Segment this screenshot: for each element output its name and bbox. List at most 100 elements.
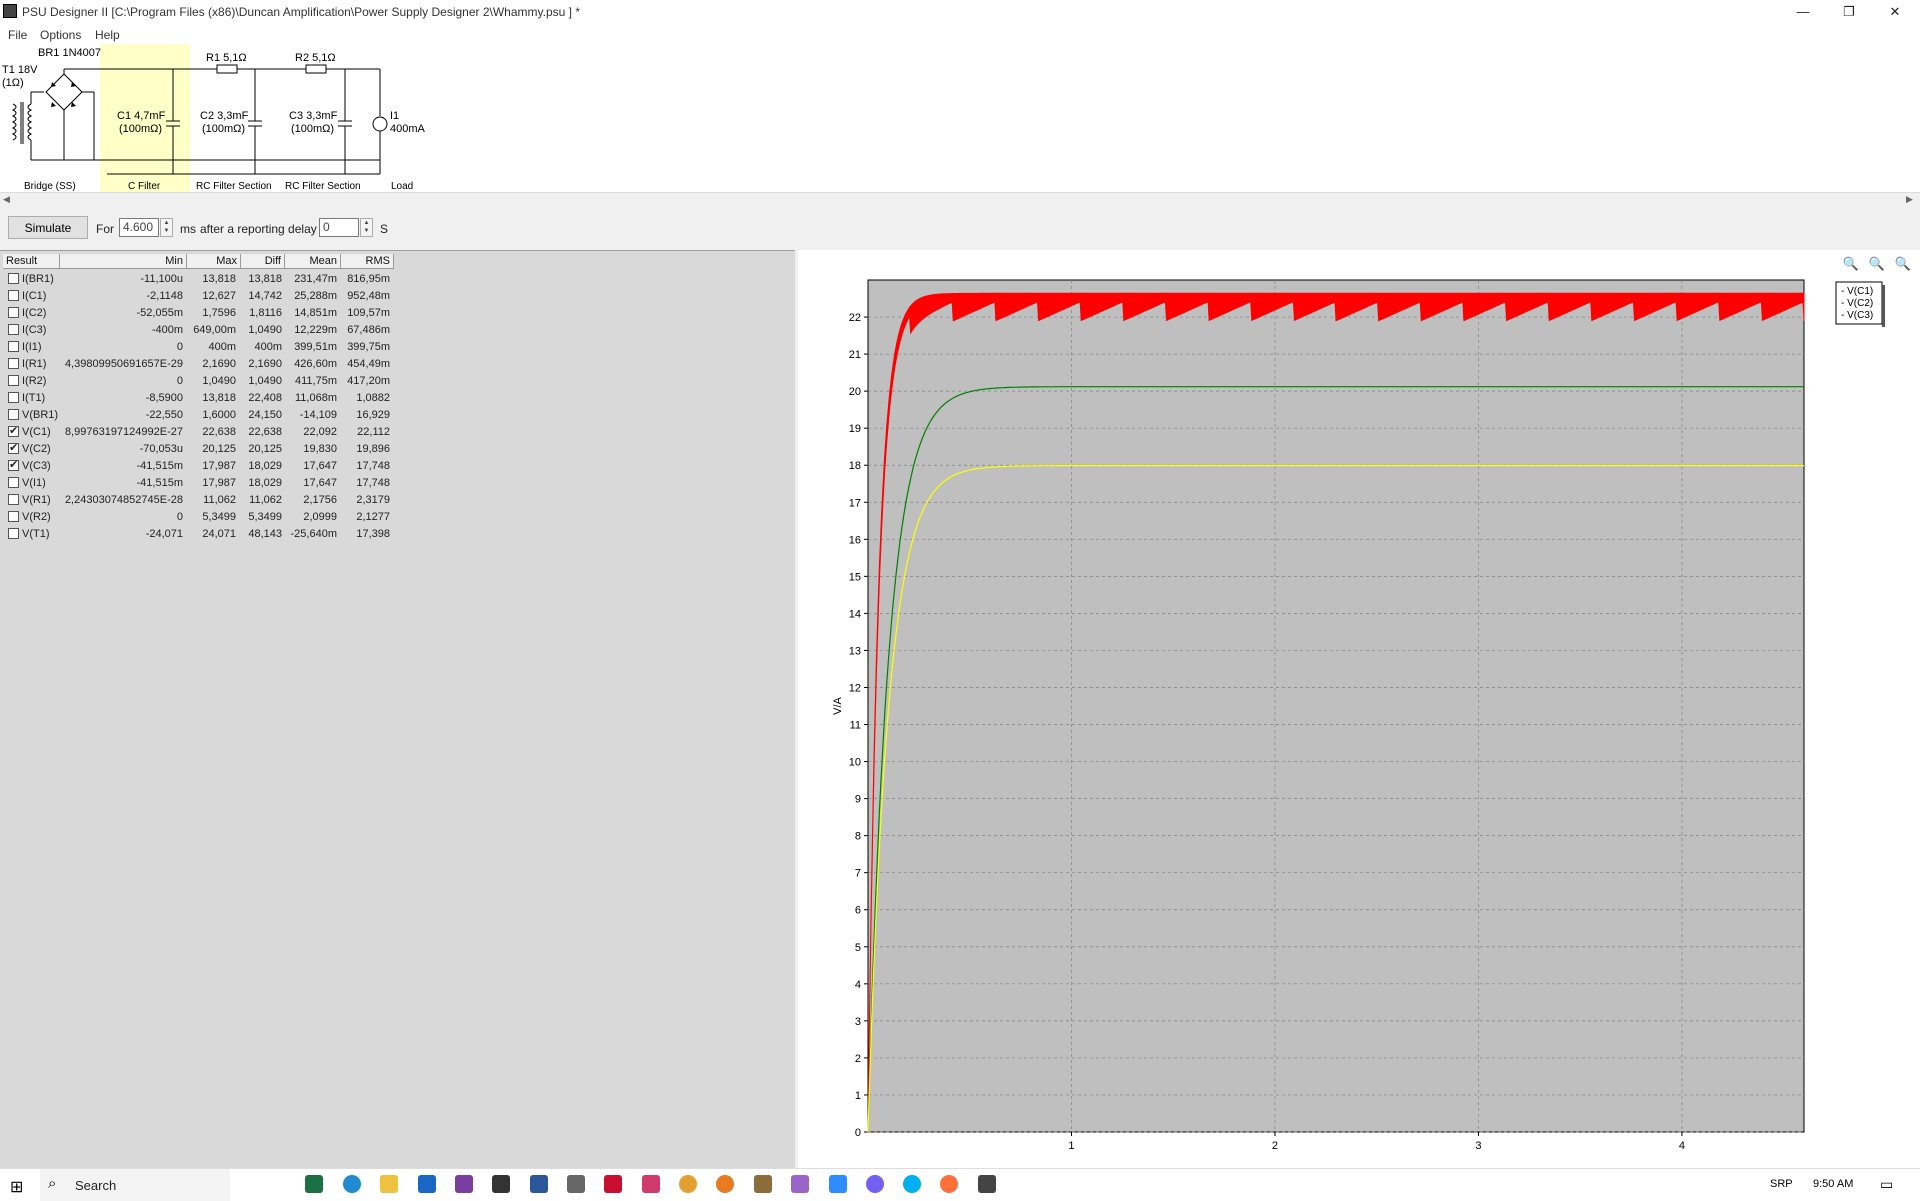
col-max[interactable]: Max xyxy=(187,254,241,269)
result-row[interactable]: V(R1) 2,24303074852745E-28 11,062 11,062 2,1… xyxy=(0,492,400,509)
result-max: 1,6000 xyxy=(202,409,236,421)
result-row[interactable]: I(I1) 0 400m 400m 399,51m 399,75m xyxy=(0,339,400,356)
result-checkbox[interactable] xyxy=(8,375,19,386)
result-checkbox[interactable] xyxy=(8,528,19,539)
viber-icon[interactable] xyxy=(866,1175,884,1193)
result-checkbox[interactable] xyxy=(8,273,19,284)
result-checkbox[interactable] xyxy=(8,409,19,420)
delay-spinner[interactable]: ▲ ▼ xyxy=(360,218,373,237)
result-checkbox[interactable] xyxy=(8,477,19,488)
acrobat-icon[interactable] xyxy=(604,1175,622,1193)
firefox-icon-2[interactable] xyxy=(940,1175,958,1193)
for-label: For xyxy=(96,222,114,236)
col-min[interactable]: Min xyxy=(60,254,187,269)
scroll-left-icon[interactable]: ◀ xyxy=(3,194,10,205)
mail-icon[interactable] xyxy=(418,1175,436,1193)
result-checkbox[interactable] xyxy=(8,494,19,505)
notifications-icon[interactable]: ▭ xyxy=(1880,1176,1893,1193)
edge-icon[interactable] xyxy=(343,1175,361,1193)
result-checkbox[interactable] xyxy=(8,324,19,335)
menu-file[interactable]: File xyxy=(8,28,27,42)
result-mean: 2,0999 xyxy=(303,511,337,523)
result-checkbox[interactable] xyxy=(8,341,19,352)
psu-designer-taskbar-icon[interactable] xyxy=(978,1175,996,1193)
minimize-button[interactable]: — xyxy=(1780,0,1826,25)
result-row[interactable]: I(C2) -52,055m 1,7596 1,8116 14,851m 109,57m xyxy=(0,305,400,322)
windows-start-icon[interactable]: ⊞ xyxy=(10,1177,23,1197)
menu-help[interactable]: Help xyxy=(95,28,120,42)
i1-label[interactable]: I1 xyxy=(390,110,399,122)
app-icon-3[interactable] xyxy=(642,1175,660,1193)
result-mean: -14,109 xyxy=(299,409,337,421)
result-row[interactable]: I(T1) -8,5900 13,818 22,408 11,068m 1,0882 xyxy=(0,390,400,407)
menu-options[interactable]: Options xyxy=(40,28,81,42)
result-checkbox[interactable]: ✔ xyxy=(8,426,19,437)
result-row[interactable]: I(C1) -2,1148 12,627 14,742 25,288m 952,48m xyxy=(0,288,400,305)
result-min: -70,053u xyxy=(139,443,183,455)
zoom-out-icon[interactable]: 🔍 xyxy=(1868,256,1886,274)
result-row[interactable]: V(R2) 0 5,3499 5,3499 2,0999 2,1277 xyxy=(0,509,400,526)
simulation-toolbar: Simulate For 4.600 ▲ ▼ ms after a reporti… xyxy=(0,207,1920,248)
result-mean: 19,830 xyxy=(303,443,337,455)
language-indicator[interactable]: SRP xyxy=(1770,1178,1793,1190)
result-checkbox[interactable] xyxy=(8,392,19,403)
delay-input[interactable]: 0 xyxy=(319,218,359,237)
duration-spinner[interactable]: ▲ ▼ xyxy=(160,218,173,237)
calculator-icon[interactable] xyxy=(567,1175,585,1193)
y-tick-label: 20 xyxy=(849,386,861,398)
col-mean[interactable]: Mean xyxy=(285,254,341,269)
excel-icon[interactable] xyxy=(305,1175,323,1193)
app-icon-4[interactable] xyxy=(754,1175,772,1193)
schematic-scrollbar[interactable]: ◀ ▶ xyxy=(0,192,1920,208)
col-diff[interactable]: Diff xyxy=(241,254,285,269)
voltage-chart[interactable]: 0123456789101112131415161718192021221 2 3 4… xyxy=(798,250,1920,1168)
simulate-button[interactable]: Simulate xyxy=(8,216,88,239)
result-checkbox[interactable]: ✔ xyxy=(8,460,19,471)
firefox-icon-1[interactable] xyxy=(716,1175,734,1193)
result-row[interactable]: I(R2) 0 1,0490 1,0490 411,75m 417,20m xyxy=(0,373,400,390)
result-checkbox[interactable] xyxy=(8,290,19,301)
scroll-right-icon[interactable]: ▶ xyxy=(1906,194,1913,205)
zoom-reset-icon[interactable]: 🔍 xyxy=(1894,256,1912,274)
skype-icon[interactable] xyxy=(903,1175,921,1193)
result-row[interactable]: ✔ V(C3) -41,515m 17,987 18,029 17,647 17,748 xyxy=(0,458,400,475)
word-icon[interactable] xyxy=(530,1175,548,1193)
r1-label[interactable]: R1 5,1Ω xyxy=(206,52,247,64)
app-icon-2[interactable] xyxy=(492,1175,510,1193)
search-box[interactable]: ⌕ Search xyxy=(40,1169,230,1201)
result-checkbox[interactable] xyxy=(8,358,19,369)
chrome-icon[interactable] xyxy=(679,1175,697,1193)
app-icon-5[interactable] xyxy=(791,1175,809,1193)
result-row[interactable]: V(BR1) -22,550 1,6000 24,150 -14,109 16,929 xyxy=(0,407,400,424)
close-button[interactable]: ✕ xyxy=(1872,0,1918,25)
c2-label[interactable]: C2 3,3mF xyxy=(200,110,248,122)
result-checkbox[interactable]: ✔ xyxy=(8,443,19,454)
zoom-app-icon[interactable] xyxy=(829,1175,847,1193)
r2-label[interactable]: R2 5,1Ω xyxy=(295,52,336,64)
result-checkbox[interactable] xyxy=(8,307,19,318)
result-row[interactable]: ✔ V(C2) -70,053u 20,125 20,125 19,830 19,896 xyxy=(0,441,400,458)
result-checkbox[interactable] xyxy=(8,511,19,522)
result-row[interactable]: I(R1) 4,39809950691657E-29 2,1690 2,1690 426… xyxy=(0,356,400,373)
c1-label[interactable]: C1 4,7mF xyxy=(117,110,165,122)
result-row[interactable]: V(I1) -41,515m 17,987 18,029 17,647 17,748 xyxy=(0,475,400,492)
col-result[interactable]: Result xyxy=(3,254,60,269)
result-row[interactable]: V(T1) -24,071 24,071 48,143 -25,640m 17,398 xyxy=(0,526,400,543)
clock[interactable]: 9:50 AM xyxy=(1813,1178,1853,1190)
result-mean: 22,092 xyxy=(303,426,337,438)
result-mean: 426,60m xyxy=(294,358,337,370)
app-icon-1[interactable] xyxy=(455,1175,473,1193)
restore-button[interactable]: ❐ xyxy=(1826,0,1872,25)
result-mean: 411,75m xyxy=(295,375,337,387)
result-diff: 2,1690 xyxy=(248,358,282,370)
c3-label[interactable]: C3 3,3mF xyxy=(289,110,337,122)
folder-icon[interactable] xyxy=(380,1175,398,1193)
br1-label: BR1 1N4007 xyxy=(38,47,101,59)
result-row[interactable]: I(C3) -400m 649,00m 1,0490 12,229m 67,486m xyxy=(0,322,400,339)
schematic-panel: T1 18V (1Ω) BR1 1N4007 Bridge (SS) C1 4,… xyxy=(0,44,1920,192)
col-rms[interactable]: RMS xyxy=(341,254,394,269)
result-row[interactable]: ✔ V(C1) 8,99763197124992E-27 22,638 22,638 22… xyxy=(0,424,400,441)
duration-input[interactable]: 4.600 xyxy=(119,218,159,237)
zoom-in-icon[interactable]: 🔍 xyxy=(1842,256,1860,274)
result-row[interactable]: I(BR1) -11,100u 13,818 13,818 231,47m 816,95m xyxy=(0,271,400,288)
